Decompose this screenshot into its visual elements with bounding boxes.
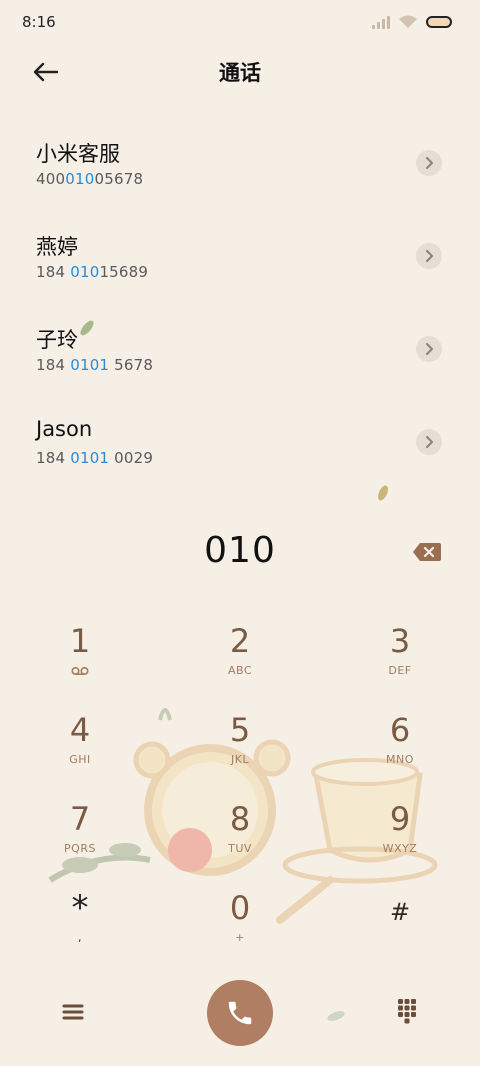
keypad: 1 2 ABC 3 DEF 4 GHI 5 JKL 6 MNO 7 PQRS 8… [0, 620, 480, 976]
contact-number: 184 0101 5678 [36, 356, 154, 374]
key-3[interactable]: 3 DEF [320, 620, 480, 709]
status-bar: 8:16 [0, 0, 480, 44]
contact-row[interactable]: 子玲 184 0101 5678 [0, 306, 480, 399]
key-hash[interactable]: # [320, 887, 480, 976]
key-5[interactable]: 5 JKL [160, 709, 320, 798]
key-letters: + [235, 931, 245, 944]
wifi-icon [399, 15, 417, 28]
chevron-right-icon [426, 436, 433, 448]
key-digit: 7 [69, 800, 91, 838]
phone-icon [228, 1001, 252, 1025]
key-digit: 8 [229, 800, 251, 838]
key-digit: 6 [389, 711, 411, 749]
contact-row[interactable]: 燕婷 184 01015689 [0, 213, 480, 306]
key-9[interactable]: 9 WXYZ [320, 798, 480, 887]
key-1[interactable]: 1 [0, 620, 160, 709]
key-letters: ABC [227, 664, 253, 677]
key-digit: 3 [389, 622, 411, 660]
key-letters: JKL [230, 753, 250, 766]
contact-number: 184 01015689 [36, 263, 149, 281]
dialed-digits[interactable]: 010 [0, 530, 480, 571]
contact-details-button[interactable] [416, 150, 442, 176]
chevron-right-icon [426, 250, 433, 262]
voicemail-icon [71, 666, 89, 676]
contact-details-button[interactable] [416, 429, 442, 455]
contact-row[interactable]: 小米客服 40001005678 [0, 120, 480, 213]
contact-name: 小米客服 [36, 142, 120, 166]
key-letters: MNO [386, 753, 414, 766]
contact-number: 40001005678 [36, 170, 144, 188]
key-letters: WXYZ [382, 842, 418, 855]
contact-details-button[interactable] [416, 243, 442, 269]
page-title: 通话 [219, 61, 261, 85]
key-star[interactable]: * , [0, 887, 160, 976]
key-4[interactable]: 4 GHI [0, 709, 160, 798]
key-letters: , [78, 931, 82, 944]
dialpad-toggle-button[interactable] [394, 996, 420, 1026]
backspace-button[interactable] [412, 542, 442, 562]
bottom-bar [0, 978, 480, 1048]
back-button[interactable] [28, 54, 64, 90]
contact-results-list: 小米客服 40001005678 燕婷 184 01015689 子玲 184 … [0, 120, 480, 492]
contact-name: Jason [36, 417, 93, 441]
key-digit: 9 [389, 800, 411, 838]
chevron-right-icon [426, 343, 433, 355]
key-letters: DEF [388, 664, 412, 677]
battery-icon [426, 16, 452, 28]
key-7[interactable]: 7 PQRS [0, 798, 160, 887]
key-2[interactable]: 2 ABC [160, 620, 320, 709]
contact-number: 184 0101 0029 [36, 449, 154, 467]
status-time: 8:16 [22, 13, 56, 31]
key-0[interactable]: 0 + [160, 887, 320, 976]
key-digit: 0 [229, 889, 251, 927]
key-letters: PQRS [64, 842, 96, 855]
key-digit: 5 [229, 711, 251, 749]
contact-details-button[interactable] [416, 336, 442, 362]
key-letters: TUV [228, 842, 252, 855]
signal-icon [372, 15, 390, 29]
backspace-icon [413, 543, 441, 561]
arrow-left-icon [33, 62, 59, 82]
contact-name: 子玲 [36, 328, 78, 352]
chevron-right-icon [426, 157, 433, 169]
contact-row[interactable]: Jason 184 0101 0029 [0, 399, 480, 492]
call-button[interactable] [207, 980, 273, 1046]
contact-name: 燕婷 [36, 235, 78, 259]
key-digit: # [389, 898, 411, 926]
key-digit: 2 [229, 622, 251, 660]
key-digit: 1 [69, 622, 91, 660]
dialpad-icon [398, 999, 416, 1024]
key-digit: 4 [69, 711, 91, 749]
key-8[interactable]: 8 TUV [160, 798, 320, 887]
status-icons [372, 15, 452, 29]
key-6[interactable]: 6 MNO [320, 709, 480, 798]
key-letters: GHI [69, 753, 91, 766]
top-bar: 通话 [0, 44, 480, 100]
key-digit: * [71, 888, 89, 928]
menu-icon [62, 1004, 84, 1020]
menu-button[interactable] [58, 998, 88, 1026]
